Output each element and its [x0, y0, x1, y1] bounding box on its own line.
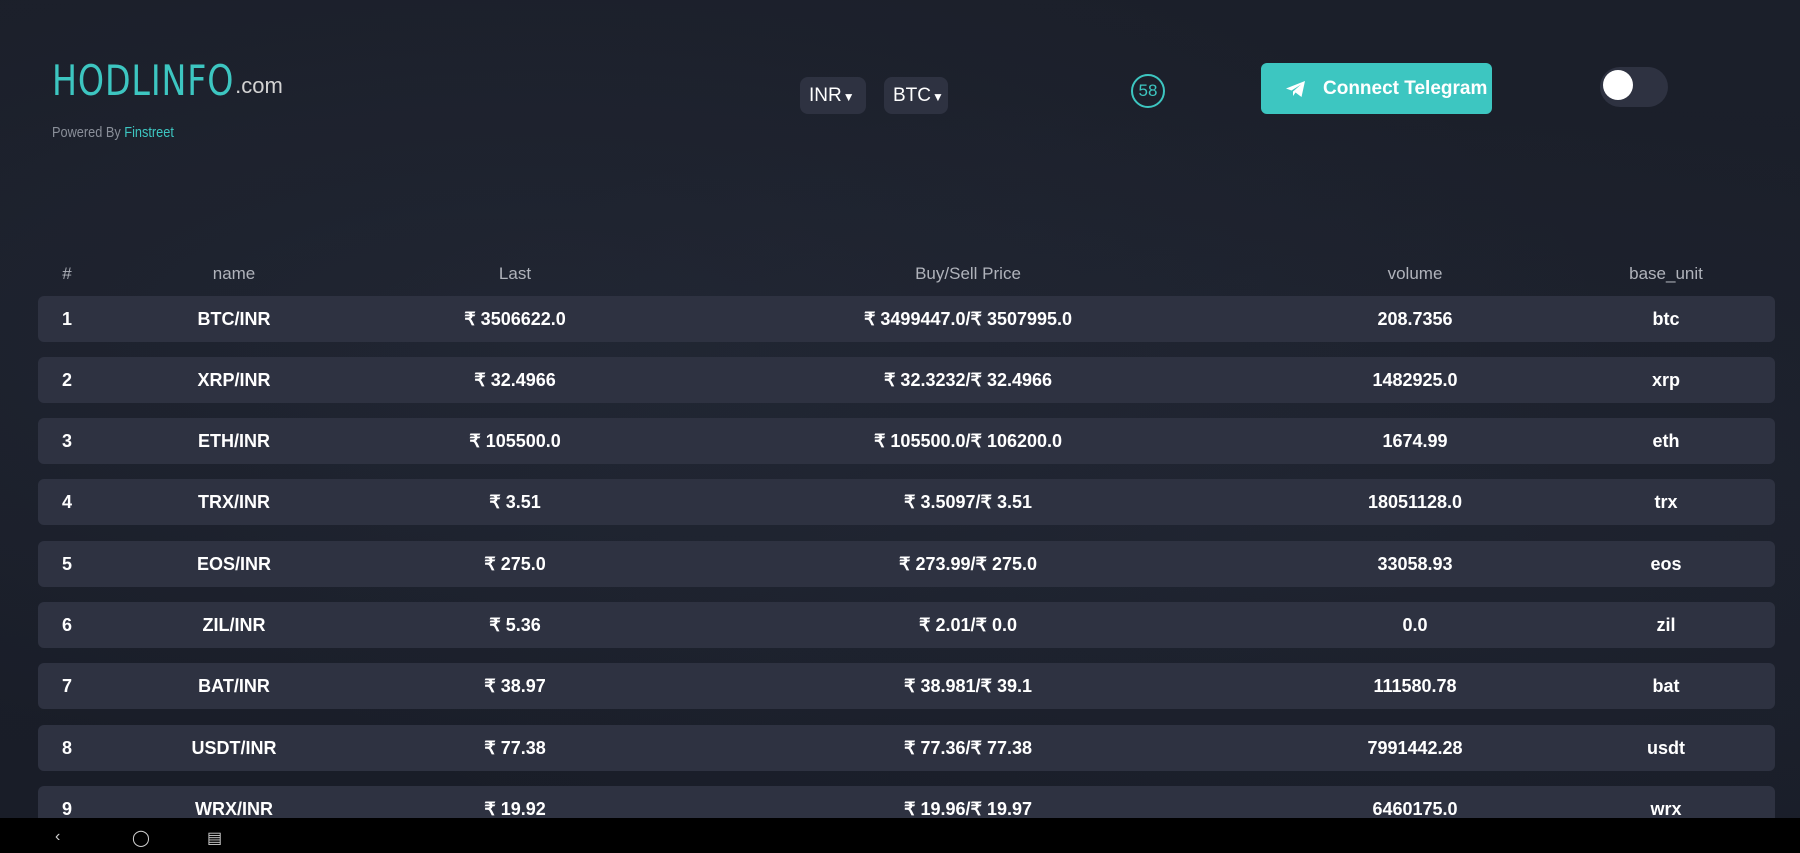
row-volume: 208.7356 [1377, 309, 1453, 329]
table-row: 8 USDT/INR ₹ 77.38 ₹ 77.36/₹ 77.38 79914… [38, 725, 1775, 771]
row-base-unit: eth [1652, 431, 1680, 451]
row-base-unit: zil [1656, 615, 1676, 635]
logo-suffix: .com [235, 73, 283, 98]
connect-telegram-button[interactable]: Connect Telegram [1261, 63, 1492, 114]
row-last: ₹ 77.38 [484, 738, 546, 758]
row-number: 7 [61, 676, 73, 696]
powered-by-brand[interactable]: Finstreet [124, 124, 174, 141]
row-volume: 1482925.0 [1372, 370, 1458, 390]
row-name: EOS/INR [196, 554, 272, 574]
toggle-knob [1603, 70, 1633, 100]
row-buy-sell: ₹ 38.981/₹ 39.1 [904, 676, 1032, 696]
chevron-down-icon: ▼ [932, 90, 944, 104]
row-base-unit: eos [1650, 554, 1682, 574]
row-number: 1 [61, 309, 73, 329]
asset-dropdown[interactable]: BTC▼ [884, 77, 948, 114]
row-last: ₹ 3506622.0 [464, 309, 566, 329]
row-name: ZIL/INR [202, 615, 266, 635]
theme-toggle[interactable] [1600, 67, 1668, 107]
home-circle-icon[interactable]: ◯ [132, 828, 150, 848]
site-logo[interactable]: HODLINFO.com [52, 60, 283, 102]
row-volume: 0.0 [1402, 615, 1428, 635]
row-number: 3 [61, 431, 73, 451]
table-header: # name Last Buy/Sell Price volume base_u… [38, 256, 1775, 290]
recent-apps-icon[interactable]: ▤ [207, 828, 222, 848]
row-buy-sell: ₹ 3499447.0/₹ 3507995.0 [863, 309, 1073, 329]
row-number: 4 [61, 492, 73, 512]
column-header-volume: volume [1387, 264, 1443, 283]
currency-dropdown[interactable]: INR▼ [800, 77, 866, 114]
row-volume: 18051128.0 [1367, 492, 1463, 512]
column-header-number: # [62, 264, 72, 283]
row-name: BTC/INR [197, 309, 271, 329]
row-base-unit: trx [1654, 492, 1678, 512]
row-buy-sell: ₹ 32.3232/₹ 32.4966 [883, 370, 1053, 390]
row-last: ₹ 5.36 [489, 615, 541, 635]
system-taskbar: ‹ ◯ ▤ [0, 818, 1800, 853]
row-last: ₹ 38.97 [484, 676, 546, 696]
table-row: 5 EOS/INR ₹ 275.0 ₹ 273.99/₹ 275.0 33058… [38, 541, 1775, 587]
row-base-unit: xrp [1651, 370, 1681, 390]
column-header-buy-sell: Buy/Sell Price [915, 264, 1021, 283]
table-row: 1 BTC/INR ₹ 3506622.0 ₹ 3499447.0/₹ 3507… [38, 296, 1775, 342]
row-buy-sell: ₹ 3.5097/₹ 3.51 [904, 492, 1032, 512]
chevron-down-icon: ▼ [842, 90, 855, 104]
powered-by: Powered By Finstreet [52, 124, 174, 141]
row-buy-sell: ₹ 2.01/₹ 0.0 [919, 615, 1017, 635]
powered-by-label: Powered By [52, 124, 121, 141]
row-volume: 1674.99 [1382, 431, 1448, 451]
row-base-unit: bat [1652, 676, 1680, 696]
row-name: BAT/INR [198, 676, 270, 696]
row-buy-sell: ₹ 273.99/₹ 275.0 [898, 554, 1038, 574]
refresh-countdown-timer: 58 [1131, 74, 1165, 108]
currency-dropdown-label: INR [809, 85, 842, 106]
row-number: 2 [61, 370, 73, 390]
logo-text: HODLINFO [52, 56, 235, 105]
column-header-base-unit: base_unit [1629, 264, 1703, 283]
table-row: 7 BAT/INR ₹ 38.97 ₹ 38.981/₹ 39.1 111580… [38, 663, 1775, 709]
row-name: TRX/INR [198, 492, 270, 512]
row-number: 6 [61, 615, 73, 635]
table-row: 2 XRP/INR ₹ 32.4966 ₹ 32.3232/₹ 32.4966 … [38, 357, 1775, 403]
row-buy-sell: ₹ 105500.0/₹ 106200.0 [873, 431, 1063, 451]
row-volume: 33058.93 [1377, 554, 1453, 574]
table-row: 4 TRX/INR ₹ 3.51 ₹ 3.5097/₹ 3.51 1805112… [38, 479, 1775, 525]
row-base-unit: usdt [1647, 738, 1685, 758]
row-base-unit: btc [1652, 309, 1680, 329]
row-name: USDT/INR [191, 738, 277, 758]
row-last: ₹ 275.0 [484, 554, 546, 574]
row-last: ₹ 32.4966 [474, 370, 556, 390]
column-header-last: Last [498, 264, 532, 283]
row-last: ₹ 105500.0 [469, 431, 561, 451]
row-number: 8 [61, 738, 73, 758]
row-name: XRP/INR [197, 370, 271, 390]
row-number: 5 [61, 554, 73, 574]
paper-plane-icon [1284, 77, 1308, 101]
table-row: 6 ZIL/INR ₹ 5.36 ₹ 2.01/₹ 0.0 0.0 zil [38, 602, 1775, 648]
row-last: ₹ 3.51 [489, 492, 541, 512]
price-table: # name Last Buy/Sell Price volume base_u… [38, 256, 1775, 832]
asset-dropdown-label: BTC [893, 85, 931, 106]
column-header-name: name [212, 264, 256, 283]
row-buy-sell: ₹ 77.36/₹ 77.38 [904, 738, 1032, 758]
row-name: ETH/INR [198, 431, 270, 451]
row-volume: 111580.78 [1373, 676, 1457, 696]
connect-telegram-label: Connect Telegram [1323, 77, 1488, 99]
row-volume: 7991442.28 [1367, 738, 1463, 758]
table-row: 3 ETH/INR ₹ 105500.0 ₹ 105500.0/₹ 106200… [38, 418, 1775, 464]
back-arrow-icon[interactable]: ‹ [55, 828, 60, 846]
